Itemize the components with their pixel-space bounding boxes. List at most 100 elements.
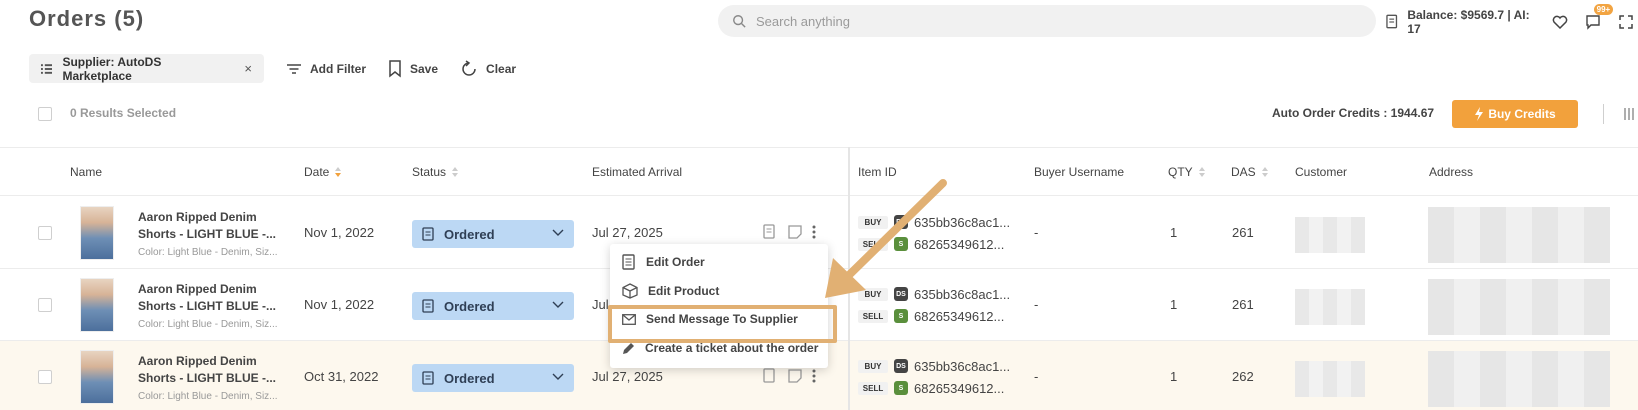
top-bar-actions: Balance: $9569.7 | AI: 17 99+ [1386, 4, 1638, 36]
column-qty[interactable]: QTY [1168, 165, 1205, 179]
document-icon [422, 371, 434, 385]
add-filter-label: Add Filter [310, 61, 366, 76]
messages-button[interactable]: 99+ [1580, 4, 1614, 35]
row-checkbox[interactable] [38, 298, 52, 312]
table-header: Name Date Status Estimated Arrival Item … [0, 147, 1638, 196]
remove-filter-button[interactable]: × [244, 61, 252, 76]
list-icon [41, 63, 53, 74]
row-checkbox[interactable] [38, 226, 52, 240]
selection-bar: 0 Results Selected Auto Order Credits : … [0, 100, 1638, 128]
estimated-arrival: Jul 27, 2025 [592, 369, 663, 384]
create-ticket-label: Create a ticket about the order [645, 341, 819, 355]
status-dropdown[interactable]: Ordered [412, 364, 574, 392]
sell-id[interactable]: 68265349612... [914, 237, 1004, 252]
row-checkbox[interactable] [38, 370, 52, 384]
quantity: 1 [1170, 369, 1178, 384]
status-dropdown[interactable]: Ordered [412, 220, 574, 248]
balance-text: Balance: $9569.7 | AI: 17 [1407, 8, 1530, 36]
filter-icon [287, 63, 301, 74]
das-value: 262 [1232, 369, 1254, 384]
clear-filter-button[interactable]: Clear [460, 59, 517, 78]
column-customer-label: Customer [1295, 165, 1348, 179]
supplier-filter-chip[interactable]: Supplier: AutoDS Marketplace × [29, 54, 264, 83]
search-input[interactable] [756, 13, 1336, 29]
divider [1603, 104, 1604, 124]
column-status[interactable]: Status [412, 165, 459, 179]
auto-order-credits: Auto Order Credits : 1944.67 [1272, 106, 1435, 120]
product-name[interactable]: Aaron Ripped Denim Shorts - LIGHT BLUE -… [138, 209, 288, 243]
product-variant: Color: Light Blue - Denim, Siz... [138, 391, 278, 402]
balance-icon [1386, 14, 1398, 29]
column-name: Name [70, 165, 102, 179]
column-qty-label: QTY [1168, 165, 1193, 179]
edit-product-label: Edit Product [648, 284, 720, 298]
quantity: 1 [1170, 225, 1178, 240]
buy-tag: BUY [858, 287, 888, 301]
order-notes-icon[interactable] [762, 368, 778, 384]
autods-store-icon: DS [894, 359, 908, 373]
results-selected-text: 0 Results Selected [70, 106, 177, 120]
add-filter-button[interactable]: Add Filter [286, 62, 366, 76]
product-thumbnail [80, 350, 114, 404]
chevron-down-icon [552, 229, 564, 236]
sell-id[interactable]: 68265349612... [914, 309, 1004, 324]
address-blurred [1428, 351, 1610, 407]
customer-blurred [1295, 361, 1365, 397]
document-icon [422, 299, 434, 313]
search-bar[interactable] [718, 5, 1376, 37]
das-value: 261 [1232, 225, 1254, 240]
column-date[interactable]: Date [304, 165, 342, 179]
refresh-icon [462, 59, 476, 76]
product-name[interactable]: Aaron Ripped Denim Shorts - LIGHT BLUE -… [138, 353, 288, 387]
heart-icon [1552, 15, 1568, 29]
shopify-icon: S [894, 381, 908, 395]
buy-id[interactable]: 635bb36c8ac1... [914, 287, 1010, 302]
column-buyer-username: Buyer Username [1034, 165, 1124, 179]
buy-tag: BUY [858, 359, 888, 373]
product-name[interactable]: Aaron Ripped Denim Shorts - LIGHT BLUE -… [138, 281, 288, 315]
save-filter-button[interactable]: Save [388, 59, 439, 78]
note-icon[interactable] [788, 369, 802, 383]
expand-button[interactable] [1613, 9, 1638, 35]
column-das-label: DAS [1231, 165, 1256, 179]
item-ids: BUY DS 635bb36c8ac1... SELL S 68265349612... [858, 283, 1010, 327]
sort-icon[interactable] [1261, 167, 1268, 177]
sort-icon[interactable] [335, 167, 342, 177]
notification-badge: 99+ [1593, 4, 1614, 15]
expand-icon [1618, 15, 1633, 29]
shopify-icon: S [894, 309, 908, 323]
chat-icon [1586, 15, 1600, 30]
select-all-checkbox[interactable] [38, 107, 52, 121]
product-thumbnail [80, 206, 114, 260]
order-notes-icon[interactable] [762, 224, 778, 240]
status-label: Ordered [444, 370, 495, 386]
sort-icon[interactable] [452, 167, 459, 177]
sell-id[interactable]: 68265349612... [914, 381, 1004, 396]
column-das[interactable]: DAS [1231, 165, 1268, 179]
save-filter-label: Save [410, 61, 439, 76]
product-thumbnail [80, 278, 114, 332]
estimated-arrival: Jul [592, 297, 609, 312]
buy-id[interactable]: 635bb36c8ac1... [914, 215, 1010, 230]
clear-filter-label: Clear [486, 61, 517, 76]
sell-tag: SELL [858, 309, 888, 323]
page-title: Orders (5) [29, 6, 145, 31]
edit-order-menu-item[interactable]: Edit Order [622, 254, 705, 270]
quantity: 1 [1170, 297, 1178, 312]
more-vertical-icon[interactable] [812, 369, 816, 383]
frozen-column-divider [848, 147, 850, 410]
create-ticket-menu-item[interactable]: Create a ticket about the order [622, 341, 818, 355]
buy-credits-button[interactable]: Buy Credits [1452, 100, 1578, 128]
sort-icon[interactable] [1198, 167, 1205, 177]
edit-product-menu-item[interactable]: Edit Product [622, 283, 719, 299]
more-vertical-icon[interactable] [812, 225, 816, 239]
favorites-button[interactable] [1548, 9, 1573, 35]
column-status-label: Status [412, 165, 447, 179]
search-icon [733, 15, 746, 28]
status-dropdown[interactable]: Ordered [412, 292, 574, 320]
buy-id[interactable]: 635bb36c8ac1... [914, 359, 1010, 374]
sell-tag: SELL [858, 237, 888, 251]
note-icon[interactable] [788, 225, 802, 239]
columns-icon[interactable] [1624, 108, 1634, 120]
column-estimated-arrival-label: Estimated Arrival [592, 165, 683, 179]
